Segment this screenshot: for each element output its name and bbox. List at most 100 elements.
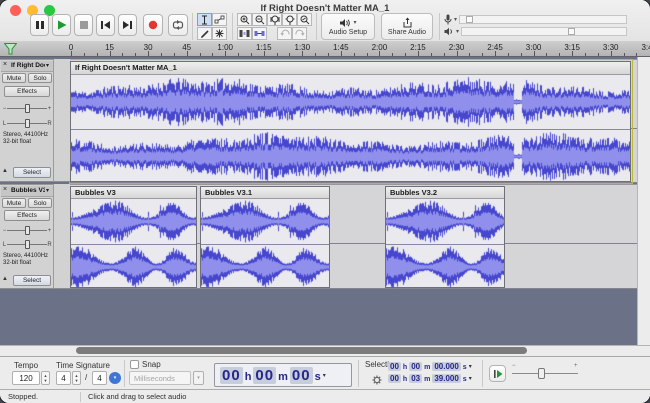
toolbar-separator: [124, 360, 125, 387]
select-button[interactable]: Select: [13, 275, 51, 286]
track-area[interactable]: 1.00.50.0-0.5-1.01.00.50.0-0.5-1.0If Rig…: [0, 57, 650, 345]
slider-max-tick: +: [574, 363, 578, 369]
selection-end-field[interactable]: 00h03m39.000s▾: [388, 374, 472, 383]
waveform-canvas[interactable]: [71, 129, 630, 183]
pan-slider[interactable]: LR: [2, 240, 52, 249]
track-menu-caret-icon[interactable]: ▾: [46, 187, 49, 194]
horizontal-scrollbar-thumb[interactable]: [76, 347, 527, 354]
track-2-header[interactable]: × Bubbles V3 ▾: [1, 186, 53, 197]
track-1-name[interactable]: If Right Doesn: [11, 62, 45, 69]
time-unit: s: [463, 364, 467, 371]
close-track-icon[interactable]: ×: [3, 61, 7, 68]
play-at-speed-button[interactable]: [489, 365, 506, 382]
mute-button[interactable]: Mute: [2, 73, 26, 83]
snap-label: Snap: [142, 360, 161, 369]
track-1-vertical-ruler: [54, 59, 70, 182]
caret-down-icon[interactable]: ▾: [323, 372, 326, 379]
tempo-input[interactable]: 120: [12, 371, 40, 385]
caret-down-icon[interactable]: ▾: [469, 363, 472, 370]
time-digit-group: 00: [290, 367, 313, 384]
track-1-header[interactable]: × If Right Doesn ▾: [1, 61, 53, 72]
caret-down-icon[interactable]: ▾: [469, 375, 472, 382]
waveform-canvas[interactable]: [71, 75, 630, 129]
track-2-name[interactable]: Bubbles V3: [11, 187, 45, 194]
bottom-toolbar: Tempo 120 ▴▾ Time Signature 4 ▴▾ / 4 ▾ S…: [0, 356, 650, 389]
tracks: 1.00.50.0-0.5-1.01.00.50.0-0.5-1.0If Rig…: [0, 0, 650, 345]
time-signature-lower[interactable]: 4: [92, 371, 107, 385]
vertical-scrollbar[interactable]: [637, 57, 650, 345]
clip[interactable]: Bubbles V3.2: [385, 186, 505, 288]
time-unit: s: [463, 376, 467, 383]
time-unit: h: [403, 364, 407, 371]
clip[interactable]: If Right Doesn't Matter MA_1: [70, 61, 631, 182]
selection-start-field[interactable]: 00h00m00.000s▾: [388, 362, 472, 371]
waveform-canvas[interactable]: [386, 199, 504, 244]
select-button[interactable]: Select: [13, 167, 51, 178]
snap-mode-select[interactable]: Milliseconds: [129, 371, 191, 385]
caret-down-icon: ▾: [197, 375, 200, 381]
time-digit-group: 00: [253, 367, 276, 384]
playback-state: Stopped.: [8, 392, 38, 401]
waveform-canvas[interactable]: [201, 244, 329, 289]
track-2-vertical-ruler: [54, 184, 70, 289]
pan-slider[interactable]: LR: [2, 119, 52, 128]
tempo-label: Tempo: [14, 361, 38, 370]
play-at-speed-icon: [493, 369, 503, 379]
time-signature-label: Time Signature: [56, 361, 110, 370]
toolbar-separator: [482, 360, 483, 387]
waveform-canvas[interactable]: [71, 244, 196, 289]
snap-mode-caret[interactable]: ▾: [193, 371, 204, 385]
close-track-icon[interactable]: ×: [3, 186, 7, 193]
time-unit: m: [278, 371, 288, 383]
solo-button[interactable]: Solo: [28, 198, 52, 208]
collapse-track-icon[interactable]: ▲: [2, 168, 8, 174]
audio-position-display[interactable]: 00h00m00s▾: [214, 363, 352, 387]
clip[interactable]: Bubbles V3.1: [200, 186, 330, 288]
track-2-info: Stereo, 44100Hz32-bit float: [3, 253, 48, 267]
effects-button[interactable]: Effects: [4, 86, 50, 97]
gain-slider[interactable]: −+: [2, 226, 52, 235]
plus-icon: +: [47, 106, 52, 112]
time-signature-stepper[interactable]: ▴▾: [72, 371, 81, 385]
waveform-canvas[interactable]: [71, 199, 196, 244]
time-digit-group: 00.000: [432, 362, 460, 371]
effects-button[interactable]: Effects: [4, 210, 50, 221]
gain-slider[interactable]: −+: [2, 104, 52, 113]
playback-speed-slider-thumb[interactable]: [538, 368, 545, 379]
time-digit-group: 00: [388, 374, 401, 383]
toolbar-separator: [358, 360, 359, 387]
status-separator: [80, 392, 81, 402]
selection-settings-gear-icon[interactable]: [372, 375, 382, 385]
time-unit: m: [424, 364, 430, 371]
mute-button[interactable]: Mute: [2, 198, 26, 208]
audacity-window: If Right Doesn't Matter MA_1: [0, 0, 650, 403]
time-digit-group: 00: [409, 362, 422, 371]
clip-title[interactable]: Bubbles V3.1: [201, 187, 329, 199]
clip[interactable]: Bubbles V3: [70, 186, 197, 288]
time-signature-slash: /: [85, 373, 87, 382]
track-1-info: Stereo, 44100Hz32-bit float: [3, 132, 48, 146]
caret-down-icon: ▾: [114, 375, 117, 381]
time-digit-group: 00: [388, 362, 401, 371]
playback-speed-slider-track[interactable]: [512, 373, 578, 374]
snap-checkbox[interactable]: [130, 360, 139, 369]
clip-title[interactable]: Bubbles V3: [71, 187, 196, 199]
track-menu-caret-icon[interactable]: ▾: [46, 62, 49, 69]
audio-position-value: 00h00m00s▾: [220, 367, 326, 384]
waveform-canvas[interactable]: [386, 244, 504, 289]
time-digit-group: 00: [220, 367, 243, 384]
status-bar: Stopped. Click and drag to select audio: [0, 389, 650, 403]
clip-title[interactable]: Bubbles V3.2: [386, 187, 504, 199]
solo-button[interactable]: Solo: [28, 73, 52, 83]
waveform-canvas[interactable]: [201, 199, 329, 244]
clip-title[interactable]: If Right Doesn't Matter MA_1: [71, 62, 630, 75]
time-signature-dropdown[interactable]: ▾: [109, 372, 121, 384]
time-digit-group: 03: [409, 374, 422, 383]
collapse-track-icon[interactable]: ▲: [2, 276, 8, 282]
time-signature-upper[interactable]: 4: [56, 371, 71, 385]
time-unit: h: [245, 371, 252, 383]
track-2-control-panel: × Bubbles V3 ▾ Mute Solo Effects −+ LR S…: [0, 184, 54, 289]
time-digit-group: 39.000: [432, 374, 460, 383]
track-1-control-panel: × If Right Doesn ▾ Mute Solo Effects −+ …: [0, 59, 54, 182]
tempo-stepper[interactable]: ▴▾: [41, 371, 50, 385]
